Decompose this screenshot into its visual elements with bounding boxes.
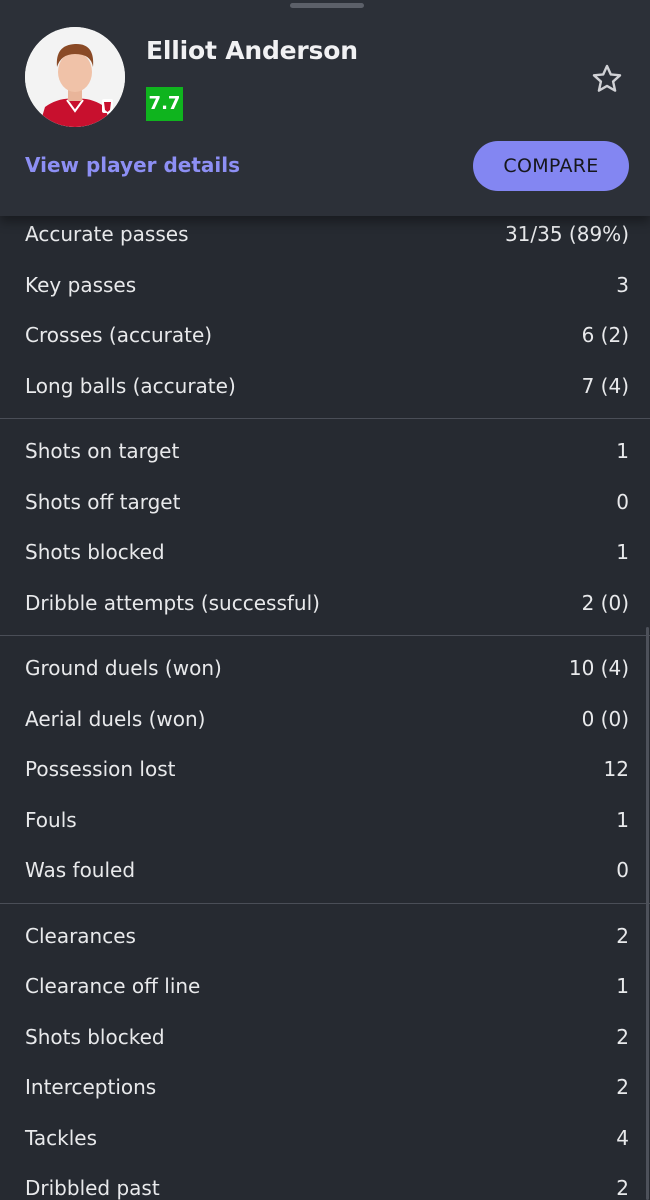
stat-value: 7 (4): [581, 373, 629, 398]
stat-value: 2: [616, 1176, 629, 1200]
stat-label: Ground duels (won): [25, 656, 222, 681]
stat-label: Aerial duels (won): [25, 706, 206, 731]
stat-label: Shots on target: [25, 439, 180, 464]
view-player-details-link[interactable]: View player details: [25, 153, 240, 177]
stat-value: 0: [616, 858, 629, 883]
player-stats-sheet: Elliot Anderson 7.7 View player details …: [0, 0, 650, 1200]
stat-row-dribbled-past: Dribbled past 2: [0, 1163, 650, 1200]
compare-button[interactable]: COMPARE: [473, 141, 629, 191]
stat-value: 6 (2): [581, 323, 629, 348]
stat-value: 0: [616, 489, 629, 514]
stats-group-duels: Ground duels (won) 10 (4) Aerial duels (…: [0, 636, 650, 904]
stat-row-aerial-duels: Aerial duels (won) 0 (0): [0, 694, 650, 745]
stat-value: 2: [616, 1024, 629, 1049]
stat-row-accurate-passes: Accurate passes 31/35 (89%): [0, 209, 650, 260]
stats-group-defending: Clearances 2 Clearance off line 1 Shots …: [0, 904, 650, 1200]
stat-row-shots-on-target: Shots on target 1: [0, 426, 650, 477]
stat-label: Dribbled past: [25, 1176, 160, 1200]
stat-label: Clearances: [25, 923, 136, 948]
stat-value: 12: [603, 757, 629, 782]
stat-row-ground-duels: Ground duels (won) 10 (4): [0, 643, 650, 694]
stats-group-attack: Shots on target 1 Shots off target 0 Sho…: [0, 419, 650, 636]
stat-value: 0 (0): [581, 706, 629, 731]
stat-value: 2: [616, 1075, 629, 1100]
stat-value: 1: [616, 540, 629, 565]
stat-label: Long balls (accurate): [25, 373, 236, 398]
stat-value: 31/35 (89%): [504, 222, 629, 247]
stat-row-tackles: Tackles 4: [0, 1113, 650, 1164]
stat-row-key-passes: Key passes 3: [0, 260, 650, 311]
stat-label: Dribble attempts (successful): [25, 590, 320, 615]
stat-row-possession-lost: Possession lost 12: [0, 744, 650, 795]
star-outline-icon[interactable]: [590, 62, 624, 96]
stat-row-interceptions: Interceptions 2: [0, 1062, 650, 1113]
stat-value: 2 (0): [581, 590, 629, 615]
stat-label: Interceptions: [25, 1075, 157, 1100]
stat-value: 1: [616, 974, 629, 999]
stat-value: 10 (4): [568, 656, 629, 681]
player-header-card: Elliot Anderson 7.7 View player details …: [0, 0, 650, 216]
stat-row-crosses: Crosses (accurate) 6 (2): [0, 310, 650, 361]
stat-row-clearances: Clearances 2: [0, 911, 650, 962]
scrollbar[interactable]: [646, 627, 649, 1200]
stat-value: 3: [616, 272, 629, 297]
stat-label: Shots off target: [25, 489, 181, 514]
stat-row-fouls: Fouls 1: [0, 795, 650, 846]
stats-list: Accurate passes 31/35 (89%) Key passes 3…: [0, 209, 650, 1200]
stat-row-clearance-off-line: Clearance off line 1: [0, 961, 650, 1012]
stat-label: Clearance off line: [25, 974, 201, 999]
stat-label: Key passes: [25, 272, 137, 297]
stat-label: Was fouled: [25, 858, 136, 883]
stat-row-dribble-attempts: Dribble attempts (successful) 2 (0): [0, 578, 650, 629]
player-photo: [25, 27, 125, 127]
stat-value: 4: [616, 1125, 629, 1150]
stat-row-shots-blocked-defensive: Shots blocked 2: [0, 1012, 650, 1063]
stat-row-long-balls: Long balls (accurate) 7 (4): [0, 361, 650, 412]
stat-row-was-fouled: Was fouled 0: [0, 845, 650, 896]
stat-row-shots-off-target: Shots off target 0: [0, 477, 650, 528]
rating-badge: 7.7: [146, 87, 183, 121]
stat-label: Shots blocked: [25, 1024, 165, 1049]
stat-row-shots-blocked: Shots blocked 1: [0, 527, 650, 578]
avatar[interactable]: [25, 27, 125, 127]
stat-label: Crosses (accurate): [25, 323, 213, 348]
stat-label: Tackles: [25, 1125, 98, 1150]
stat-label: Fouls: [25, 807, 77, 832]
player-name: Elliot Anderson: [146, 36, 358, 65]
stat-value: 1: [616, 439, 629, 464]
stat-value: 1: [616, 807, 629, 832]
drag-handle[interactable]: [290, 3, 364, 8]
stat-label: Shots blocked: [25, 540, 165, 565]
stat-label: Accurate passes: [25, 222, 189, 247]
stat-value: 2: [616, 923, 629, 948]
stats-group-passing: Accurate passes 31/35 (89%) Key passes 3…: [0, 209, 650, 419]
stat-label: Possession lost: [25, 757, 176, 782]
